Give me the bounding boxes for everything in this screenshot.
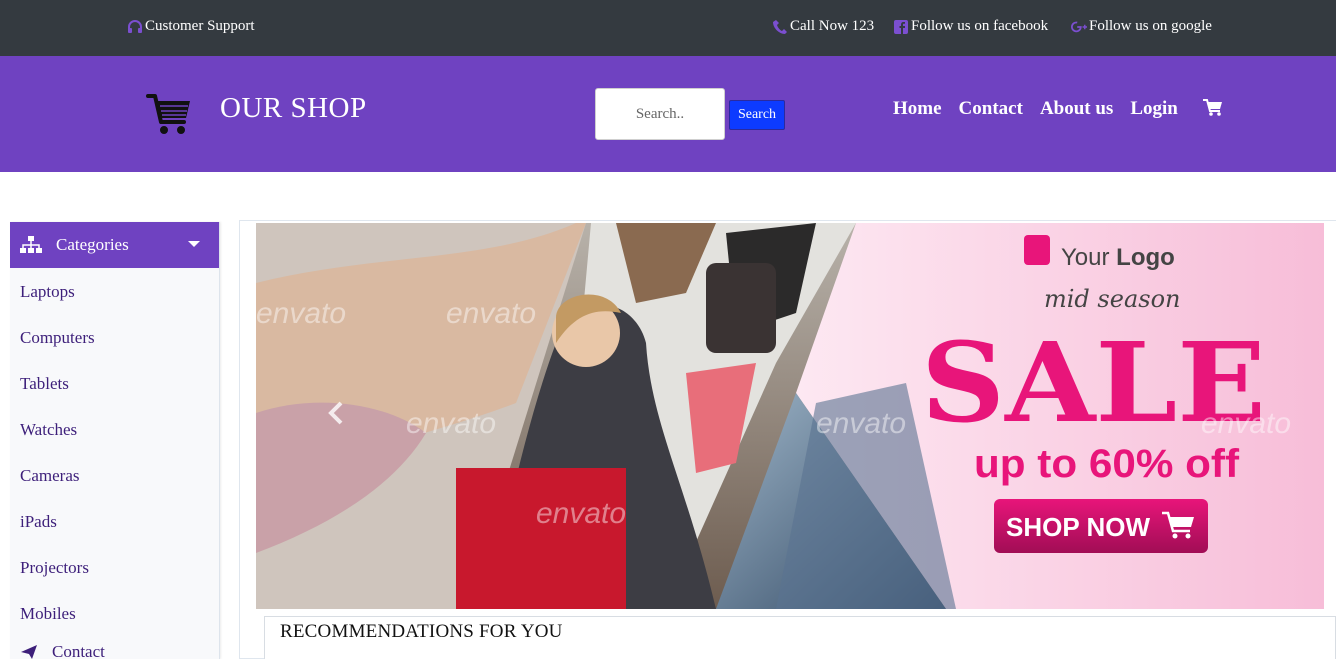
google-plus-icon: [1071, 21, 1087, 32]
nav-about-us[interactable]: About us: [1040, 98, 1113, 120]
call-now-label: Call Now 123: [790, 18, 875, 34]
banner-logo-text: Your Logo: [1061, 244, 1175, 271]
shopping-cart-logo-icon[interactable]: [146, 92, 192, 136]
headphones-icon: [128, 19, 142, 33]
banner-discount-text: up to 60% off: [974, 442, 1240, 486]
watermark-text: envato: [406, 407, 496, 440]
sidebar-contact-label: Contact: [52, 642, 105, 659]
paper-plane-icon: [21, 645, 37, 659]
nav-contact[interactable]: Contact: [959, 98, 1023, 120]
banner-season-text: mid season: [1044, 285, 1180, 313]
facebook-icon: [894, 19, 908, 34]
categories-sidebar: Categories Laptops Computers Tablets Wat…: [10, 222, 220, 659]
category-tablets[interactable]: Tablets: [10, 360, 219, 406]
recommendations-section: RECOMMENDATIONS FOR YOU: [264, 616, 1336, 659]
sitemap-icon: [20, 236, 42, 253]
category-cameras[interactable]: Cameras: [10, 452, 219, 498]
customer-support-label: Customer Support: [145, 18, 255, 34]
sale-banner[interactable]: Your Logo mid season SALE up to 60% off …: [256, 223, 1324, 609]
category-laptops[interactable]: Laptops: [10, 268, 219, 314]
main-content: Your Logo mid season SALE up to 60% off …: [239, 220, 1336, 659]
category-projectors[interactable]: Projectors: [10, 544, 219, 590]
call-now-link[interactable]: Call Now 123: [772, 18, 874, 35]
watermark-text: envato: [446, 297, 536, 330]
cart-icon[interactable]: [1203, 99, 1223, 117]
top-bar: Customer Support Call Now 123 Follow us …: [0, 0, 1336, 56]
nav-home[interactable]: Home: [893, 98, 942, 120]
phone-icon: [773, 19, 787, 34]
google-label: Follow us on google: [1089, 18, 1212, 34]
sidebar-contact-link[interactable]: Contact: [20, 642, 105, 659]
shop-title[interactable]: OUR SHOP: [220, 92, 367, 125]
category-mobiles[interactable]: Mobiles: [10, 590, 219, 636]
category-computers[interactable]: Computers: [10, 314, 219, 360]
customer-support-link[interactable]: Customer Support: [127, 18, 255, 35]
categories-title: Categories: [56, 235, 129, 254]
category-list: Laptops Computers Tablets Watches Camera…: [10, 268, 219, 636]
watermark-text: envato: [256, 297, 346, 330]
watermark-text: envato: [1201, 407, 1291, 440]
site-header: OUR SHOP Search Home Contact About us Lo…: [0, 56, 1336, 172]
category-watches[interactable]: Watches: [10, 406, 219, 452]
nav-login[interactable]: Login: [1130, 98, 1178, 120]
caret-down-icon: [188, 241, 200, 247]
facebook-link[interactable]: Follow us on facebook: [893, 18, 1048, 35]
banner-shop-now-label: SHOP NOW: [1006, 512, 1150, 542]
categories-dropdown[interactable]: Categories: [10, 222, 219, 268]
category-ipads[interactable]: iPads: [10, 498, 219, 544]
watermark-text: envato: [536, 497, 626, 530]
main-nav: Home Contact About us Login: [893, 98, 1178, 120]
google-link[interactable]: Follow us on google: [1071, 18, 1212, 35]
watermark-text: envato: [816, 407, 906, 440]
search-input[interactable]: [595, 88, 725, 140]
search-button[interactable]: Search: [729, 100, 785, 130]
recommendations-title: RECOMMENDATIONS FOR YOU: [280, 621, 563, 642]
facebook-label: Follow us on facebook: [911, 18, 1049, 34]
banner-artwork: Your Logo mid season SALE up to 60% off …: [256, 223, 1324, 609]
